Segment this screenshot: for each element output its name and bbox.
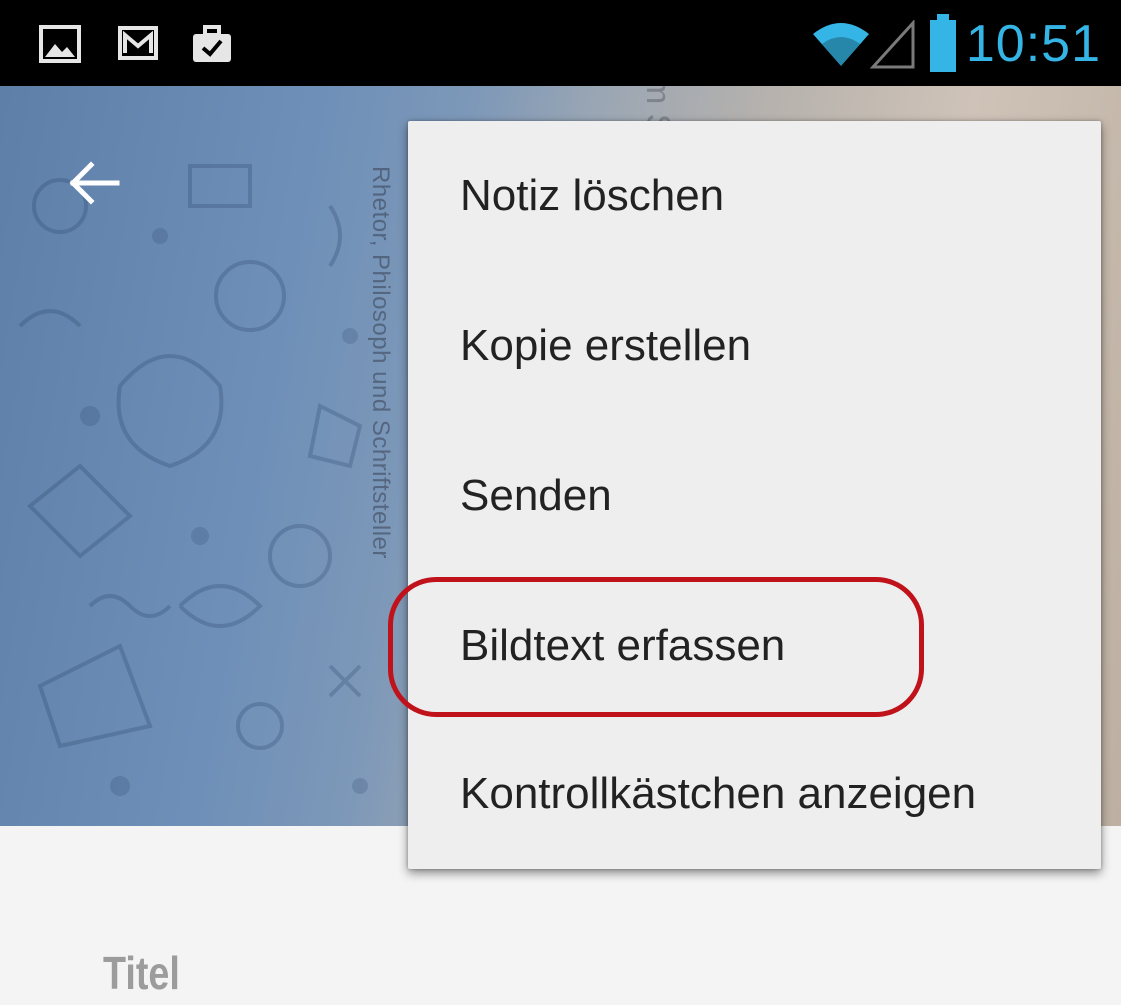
status-bar: 10:51 (0, 0, 1121, 86)
gallery-icon (39, 25, 81, 63)
title-input[interactable]: Titel (103, 946, 180, 1000)
menu-item-show-checkboxes[interactable]: Kontrollkästchen anzeigen (408, 719, 1101, 869)
menu-item-grab-image-text[interactable]: Bildtext erfassen (408, 571, 1101, 721)
battery-icon (930, 14, 956, 72)
menu-item-send[interactable]: Senden (408, 421, 1101, 571)
menu-item-label: Notiz löschen (460, 171, 725, 220)
arrow-left-icon (69, 161, 120, 205)
cell-signal-icon (870, 20, 915, 69)
menu-item-label: Senden (460, 471, 612, 520)
status-time: 10:51 (965, 15, 1101, 73)
briefcase-check-icon (193, 25, 231, 62)
menu-item-label: Bildtext erfassen (460, 621, 786, 670)
menu-item-make-copy[interactable]: Kopie erstellen (408, 271, 1101, 421)
menu-item-label: Kontrollkästchen anzeigen (460, 769, 977, 818)
photo-caption-text: Rhetor, Philosoph und Schriftsteller (367, 166, 394, 559)
overflow-menu: Notiz löschen Kopie erstellen Senden Bil… (408, 121, 1101, 869)
wifi-icon (813, 23, 869, 66)
gmail-icon (118, 26, 158, 60)
keep-note-screen: 10:51 Rhetor, Philosoph und Schriftstell… (0, 0, 1121, 1005)
menu-item-label: Kopie erstellen (460, 321, 752, 370)
back-button[interactable] (58, 148, 128, 218)
menu-item-delete-note[interactable]: Notiz löschen (408, 121, 1101, 271)
